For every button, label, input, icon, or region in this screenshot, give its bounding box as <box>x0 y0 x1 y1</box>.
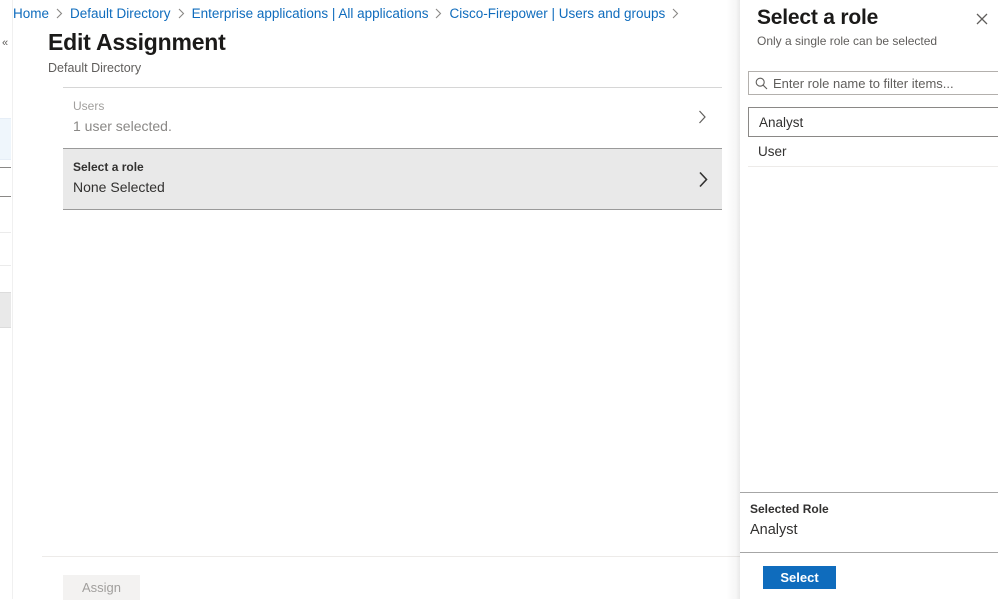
assign-button[interactable]: Assign <box>63 575 140 600</box>
breadcrumb-separator-icon <box>672 8 679 19</box>
close-icon[interactable] <box>969 6 995 32</box>
select-button[interactable]: Select <box>763 566 836 589</box>
background-blade-divider <box>0 232 11 233</box>
flyout-header: Select a role Only a single role can be … <box>740 0 998 63</box>
background-blade-divider <box>0 265 11 266</box>
background-blade-grey-row <box>0 292 11 328</box>
page-subtitle: Default Directory <box>48 61 142 75</box>
assignment-form: Users 1 user selected. Select a role Non… <box>63 87 722 210</box>
breadcrumb-item-cisco-firepower[interactable]: Cisco-Firepower | Users and groups <box>449 6 665 21</box>
breadcrumb-separator-icon <box>435 8 442 19</box>
field-value-users: 1 user selected. <box>73 118 172 134</box>
breadcrumb-separator-icon <box>56 8 63 19</box>
field-row-users[interactable]: Users 1 user selected. <box>63 87 722 148</box>
role-list: Analyst User <box>748 107 998 490</box>
page-title: Edit Assignment <box>48 29 226 55</box>
role-filter-input[interactable] <box>773 73 998 93</box>
background-blade-highlight-row <box>0 118 11 160</box>
flyout-title: Select a role <box>757 6 879 29</box>
selected-role-summary: Selected Role Analyst <box>740 492 998 553</box>
blade-header: Edit Assignment Default Directory <box>48 27 738 76</box>
assignment-form-card: Users 1 user selected. Select a role Non… <box>42 87 753 557</box>
role-filter-box[interactable] <box>748 71 998 95</box>
selected-role-value: Analyst <box>750 522 798 538</box>
breadcrumb-separator-icon <box>178 8 185 19</box>
search-icon <box>749 77 773 90</box>
role-list-item-label: User <box>758 144 787 159</box>
flyout-subtitle: Only a single role can be selected <box>757 34 938 48</box>
background-blade-sliver: « <box>0 0 13 599</box>
field-row-select-a-role[interactable]: Select a role None Selected <box>63 148 722 210</box>
role-list-item-user[interactable]: User <box>748 137 998 167</box>
azure-portal-screen: « Home Default Directory Enterprise appl… <box>0 0 998 600</box>
chevron-right-icon <box>698 171 710 188</box>
field-label-select-a-role: Select a role <box>73 160 144 174</box>
breadcrumb-item-enterprise-applications[interactable]: Enterprise applications | All applicatio… <box>192 6 429 21</box>
breadcrumb-item-default-directory[interactable]: Default Directory <box>70 6 171 21</box>
blade-footer: Assign <box>42 558 753 600</box>
selected-role-label: Selected Role <box>750 502 829 516</box>
role-list-item-analyst[interactable]: Analyst <box>748 107 998 137</box>
edit-assignment-blade: Home Default Directory Enterprise applic… <box>13 0 753 600</box>
field-value-select-a-role: None Selected <box>73 179 165 195</box>
background-blade-input-sliver <box>0 167 11 197</box>
field-label-users: Users <box>73 99 105 113</box>
role-list-item-label: Analyst <box>759 114 804 130</box>
select-a-role-flyout: Select a role Only a single role can be … <box>740 0 998 599</box>
breadcrumb-item-home[interactable]: Home <box>13 6 49 21</box>
breadcrumb: Home Default Directory Enterprise applic… <box>13 0 686 27</box>
chevron-right-icon <box>698 110 710 126</box>
collapse-chevron-icon[interactable]: « <box>2 36 10 50</box>
